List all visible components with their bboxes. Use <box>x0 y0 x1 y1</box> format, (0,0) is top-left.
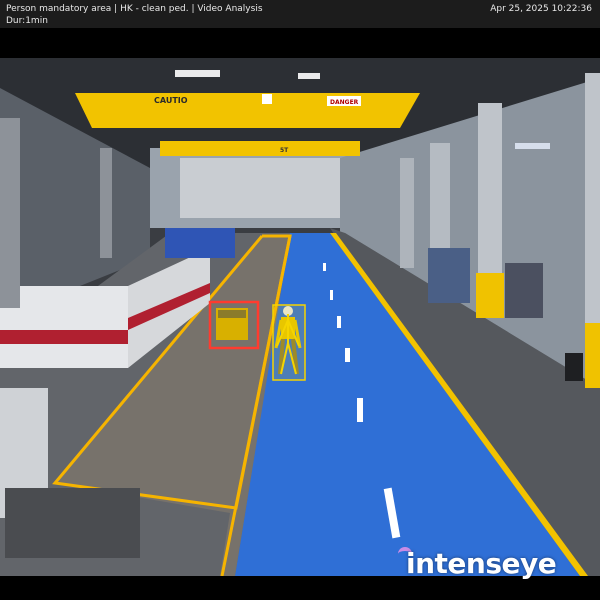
video-timestamp: Apr 25, 2025 10:22:36 <box>490 4 592 14</box>
ceiling-light <box>515 143 550 149</box>
ceiling-light <box>298 73 320 79</box>
crane-emblem <box>262 94 272 104</box>
column <box>0 118 20 308</box>
lane-dash <box>330 290 333 300</box>
crane-sign-text: DANGER <box>330 99 359 106</box>
overhead-crane <box>75 93 420 128</box>
pallet-cart <box>5 488 140 558</box>
lane-dash <box>345 348 350 362</box>
crane-label: CAUTIO <box>154 96 188 105</box>
storage-rack <box>505 263 543 318</box>
lane-dash <box>337 316 341 328</box>
column-guard <box>476 273 504 318</box>
crane-back-label: 5T <box>280 147 289 154</box>
brand-watermark: intenseye <box>398 547 588 587</box>
overhead-crane-back <box>160 141 360 156</box>
video-frame[interactable]: CAUTIO DANGER 5T <box>0 58 600 576</box>
clip-duration: Dur:1min <box>6 16 48 26</box>
ceiling-light <box>175 70 220 77</box>
back-wall-panel <box>180 158 340 218</box>
trash-bin <box>565 353 583 381</box>
warehouse-scene: CAUTIO DANGER 5T <box>0 58 600 576</box>
column-guard <box>585 323 600 388</box>
lane-dash <box>357 398 363 422</box>
lane-dash <box>323 263 326 271</box>
machine-red-band <box>0 330 128 344</box>
yellow-bin-lid <box>218 310 246 318</box>
storage-rack <box>428 248 470 303</box>
blue-containers <box>165 228 235 258</box>
camera-title: Person mandatory area | HK - clean ped. … <box>6 4 263 14</box>
column <box>400 158 414 268</box>
brand-logo-text: intenseye <box>406 547 557 580</box>
column <box>100 148 112 258</box>
video-info-bar: Person mandatory area | HK - clean ped. … <box>0 0 600 28</box>
